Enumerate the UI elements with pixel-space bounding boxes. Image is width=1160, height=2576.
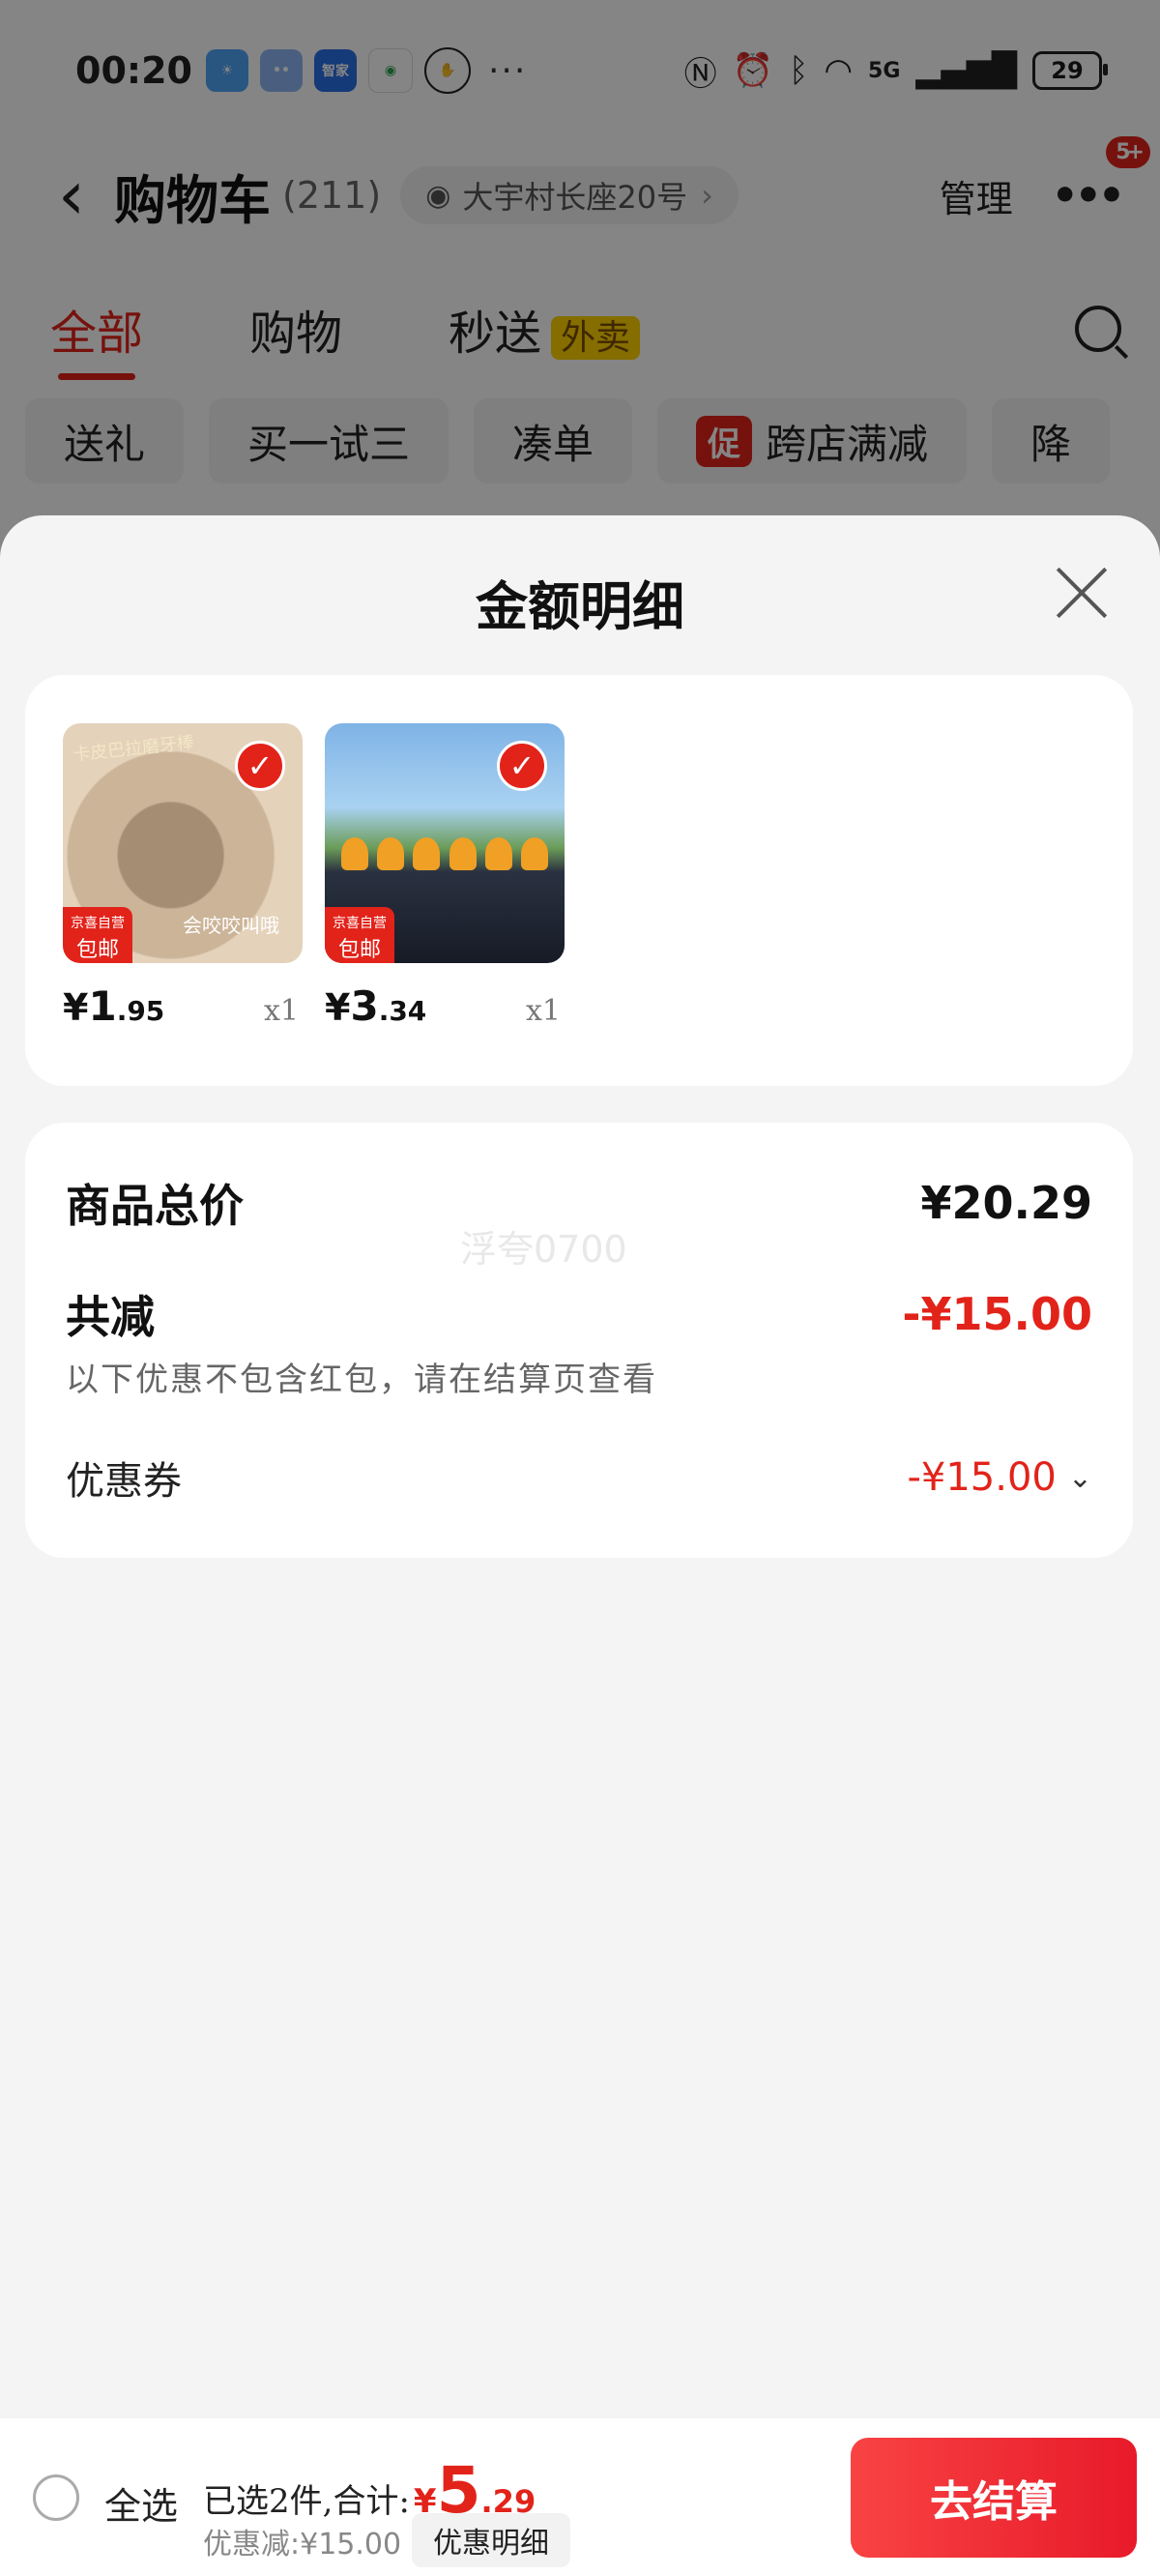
- chevron-down-icon[interactable]: ⌄: [1068, 1461, 1092, 1495]
- select-all-label[interactable]: 全选: [104, 2476, 178, 2530]
- amount-detail-sheet: 金额明细 卡皮巴拉磨牙棒 会咬咬叫哦 ✓ 京喜自营 包邮 ¥1.95 x1 ✓ …: [0, 515, 1160, 2418]
- reduction-note-row: 以下优惠不包含红包，请在结算页查看: [66, 1353, 1092, 1400]
- product-qty: x1: [525, 994, 561, 1028]
- self-operated-tag: 京喜自营 包邮: [325, 907, 394, 963]
- reduction-note: 以下优惠不包含红包，请在结算页查看: [66, 1361, 657, 1399]
- price-currency: ¥: [63, 986, 89, 1029]
- coupon-label: 优惠券: [66, 1459, 182, 1504]
- close-icon[interactable]: [1052, 564, 1110, 622]
- product-image: 卡皮巴拉磨牙棒 会咬咬叫哦 ✓ 京喜自营 包邮: [63, 723, 303, 963]
- select-all-checkbox[interactable]: [33, 2474, 79, 2521]
- price-summary-card: 浮夸0700 商品总价 ¥20.29 共减 -¥15.00 以下优惠不包含红包，…: [25, 1123, 1133, 1558]
- sheet-title: 金额明细: [476, 575, 684, 637]
- total-price-value: ¥20.29: [920, 1177, 1092, 1229]
- self-operated-tag: 京喜自营 包邮: [63, 907, 132, 963]
- product-price: ¥1.95: [63, 982, 164, 1030]
- checkmark-icon: ✓: [497, 741, 547, 791]
- product-item[interactable]: 卡皮巴拉磨牙棒 会咬咬叫哦 ✓ 京喜自营 包邮 ¥1.95 x1: [63, 723, 303, 1030]
- product-image: ✓ 京喜自营 包邮: [325, 723, 565, 963]
- coupon-value: -¥15.00: [907, 1455, 1057, 1500]
- selected-products-card: 卡皮巴拉磨牙棒 会咬咬叫哦 ✓ 京喜自营 包邮 ¥1.95 x1 ✓ 京喜自营 …: [25, 675, 1133, 1086]
- product-item[interactable]: ✓ 京喜自营 包邮 ¥3.34 x1: [325, 723, 565, 1030]
- discount-text: 优惠减:¥15.00: [203, 2528, 402, 2561]
- coupon-row[interactable]: 优惠券 -¥15.00 ⌄: [66, 1449, 1092, 1506]
- checkout-button[interactable]: 去结算: [851, 2438, 1137, 2558]
- price-dec: .95: [116, 995, 165, 1027]
- tag-top-text: 京喜自营: [71, 916, 125, 931]
- total-reduction-value: -¥15.00: [902, 1288, 1092, 1340]
- price-int: 1: [88, 982, 117, 1030]
- price-currency: ¥: [325, 986, 351, 1029]
- tag-bottom-text: 包邮: [337, 938, 381, 962]
- price-dec: .34: [378, 995, 427, 1027]
- product-price: ¥3.34: [325, 982, 426, 1030]
- total-price-row: 商品总价 ¥20.29: [66, 1171, 1092, 1235]
- product-image-caption: 卡皮巴拉磨牙棒: [72, 732, 195, 766]
- product-image-subcaption: 会咬咬叫哦: [183, 914, 279, 937]
- total-price-label: 商品总价: [66, 1180, 244, 1232]
- tag-bottom-text: 包邮: [75, 938, 119, 962]
- product-qty: x1: [263, 994, 299, 1028]
- modal-overlay[interactable]: [0, 0, 1160, 580]
- checkout-bar: 全选 已选2件,合计: ¥ 5 .29 优惠减:¥15.00 优惠明细 去结算: [0, 2418, 1160, 2576]
- price-int: 3: [350, 982, 379, 1030]
- checkmark-icon: ✓: [235, 741, 285, 791]
- toy-figures: [336, 837, 553, 876]
- total-reduction-row: 共减 -¥15.00: [66, 1282, 1092, 1346]
- tag-top-text: 京喜自营: [333, 916, 387, 931]
- selected-total-label: 已选2件,合计:: [203, 2482, 410, 2521]
- total-reduction-label: 共减: [66, 1291, 155, 1343]
- discount-detail-button[interactable]: 优惠明细: [412, 2513, 570, 2567]
